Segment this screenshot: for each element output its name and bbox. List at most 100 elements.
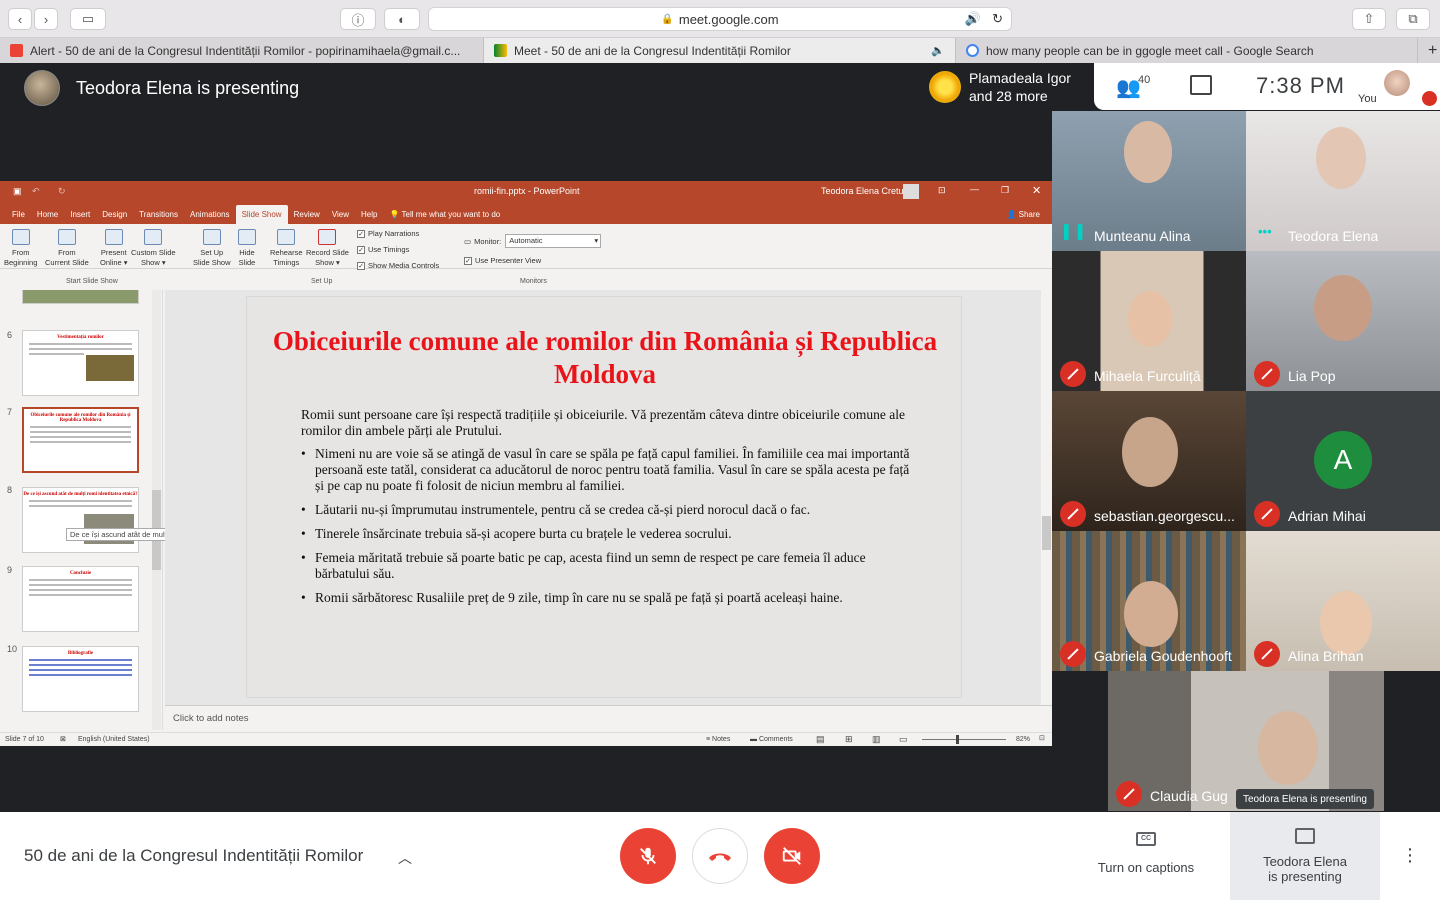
mic-toggle-button[interactable] [620, 828, 676, 884]
zoom-slider[interactable] [922, 739, 1006, 740]
undo-icon[interactable]: ↶ [32, 186, 40, 197]
tab-gmail[interactable]: Alert - 50 de ani de la Congresul Indent… [0, 38, 484, 63]
mic-off-icon [1254, 641, 1280, 667]
ptab-view[interactable]: View [326, 210, 355, 224]
tell-me-search[interactable]: 💡 Tell me what you want to do [383, 210, 506, 224]
sorter-view-icon[interactable]: ⊞ [845, 734, 853, 745]
check-icon: ✓ [357, 245, 365, 254]
ptab-design[interactable]: Design [96, 210, 133, 224]
setup-show-button[interactable]: Set Up Slide Show [193, 229, 231, 268]
user-avatar[interactable] [903, 184, 919, 199]
speaker-icon[interactable]: 🔈 [931, 44, 945, 57]
tab-google-search[interactable]: how many people can be in ggogle meet ca… [956, 38, 1418, 63]
url-text: meet.google.com [678, 11, 779, 27]
participant-tile[interactable]: sebastian.georgescu... [1052, 391, 1246, 531]
tabs-overview-icon[interactable]: ⧉ [1396, 8, 1430, 30]
zoom-level[interactable]: 82% [1016, 736, 1030, 743]
ptab-file[interactable]: File [6, 210, 31, 224]
use-timings-checkbox[interactable]: ✓ Use Timings [357, 245, 409, 254]
save-icon[interactable]: ▣ [13, 186, 22, 197]
thumbnail-5[interactable] [22, 290, 139, 304]
scroll-thumb[interactable] [1042, 516, 1051, 550]
present-online-button[interactable]: Present Online ▾ [100, 229, 128, 268]
custom-show-button[interactable]: Custom Slide Show ▾ [131, 229, 176, 268]
ptab-help[interactable]: Help [355, 210, 383, 224]
ptab-slide-show[interactable]: Slide Show [235, 205, 288, 224]
share-icon[interactable]: ⇧ [1352, 8, 1386, 30]
share-button[interactable]: 👤 Share [1000, 210, 1046, 224]
ptab-review[interactable]: Review [288, 210, 326, 224]
address-bar[interactable]: 🔒 meet.google.com 🔊 ↻ [428, 7, 1012, 31]
video-feed [1314, 275, 1372, 341]
monitor-select[interactable]: Automatic ▾ [505, 234, 602, 248]
restore-icon[interactable]: ❐ [1001, 185, 1009, 196]
thumbnail-6[interactable]: Vestimentația romilor [22, 330, 139, 396]
participant-tile[interactable]: Gabriela Goudenhooft [1052, 531, 1246, 671]
redo-icon[interactable]: ↻ [58, 186, 66, 197]
leave-call-button[interactable] [692, 828, 748, 884]
show-media-checkbox[interactable]: ✓ Show Media Controls [357, 261, 439, 270]
chat-icon[interactable] [1190, 75, 1212, 95]
avatar [929, 71, 961, 103]
participant-tile[interactable]: Alina Brihan [1246, 531, 1440, 671]
thumbnail-9[interactable]: Concluzie [22, 566, 139, 632]
thumbnail-7[interactable]: Obiceiurile comune ale romilor din Român… [22, 407, 139, 473]
participant-tile[interactable]: A Adrian Mihai [1246, 391, 1440, 531]
participant-tile[interactable]: ▌▐ Munteanu Alina [1052, 111, 1246, 251]
slideshow-view-icon[interactable]: ▭ [899, 734, 908, 745]
reading-view-icon[interactable]: ▥ [872, 734, 881, 745]
participant-tile[interactable]: ••• Teodora Elena [1246, 111, 1440, 251]
avatar [24, 70, 60, 106]
slide-scrollbar[interactable] [1041, 290, 1052, 705]
play-narrations-checkbox[interactable]: ✓ Play Narrations [357, 229, 419, 238]
participant-tile[interactable]: Lia Pop [1246, 251, 1440, 391]
from-current-button[interactable]: From Current Slide [45, 229, 89, 268]
participant-name: Alina Brihan [1288, 648, 1364, 664]
thumb-scrollbar[interactable] [152, 290, 161, 730]
ptab-insert[interactable]: Insert [64, 210, 96, 224]
ribbon-display-icon[interactable]: ⊡ [938, 185, 946, 196]
language-indicator[interactable]: English (United States) [78, 736, 150, 743]
normal-view-icon[interactable]: ▤ [816, 734, 825, 745]
minimize-icon[interactable]: — [970, 184, 979, 194]
participant-tile[interactable]: Mihaela Furculiță [1052, 251, 1246, 391]
comments-button[interactable]: ▬ Comments [750, 736, 793, 743]
notes-pane[interactable]: Click to add notes [165, 705, 1052, 732]
meeting-title[interactable]: 50 de ani de la Congresul Indentității R… [24, 846, 363, 866]
rehearse-button[interactable]: Rehearse Timings [270, 229, 303, 268]
setup-icon [202, 229, 221, 245]
sidebar-toggle-icon[interactable]: ▭ [70, 8, 106, 30]
chevron-up-icon[interactable]: ︿ [398, 848, 412, 868]
forward-button[interactable]: › [34, 8, 58, 30]
ptab-animations[interactable]: Animations [184, 210, 236, 224]
captions-button[interactable]: CC Turn on captions [1080, 832, 1212, 875]
presenting-button[interactable]: Teodora Elena is presenting [1230, 812, 1380, 900]
fit-window-icon[interactable]: ⊡ [1039, 734, 1045, 742]
camera-toggle-button[interactable] [764, 828, 820, 884]
btn-label: From [11, 248, 30, 257]
hide-slide-button[interactable]: Hide Slide [238, 229, 256, 268]
ptab-transitions[interactable]: Transitions [133, 210, 184, 224]
thumbnail-10[interactable]: Bibliografie [22, 646, 139, 712]
from-beginning-button[interactable]: From Beginning [4, 229, 37, 268]
tab-meet[interactable]: Meet - 50 de ani de la Congresul Indenti… [484, 38, 956, 63]
shield-icon[interactable]: ◐ [384, 8, 420, 30]
notes-button[interactable]: ≡ Notes [706, 736, 730, 743]
more-options-icon[interactable]: · · · [1405, 839, 1415, 871]
reload-icon[interactable]: ↻ [992, 11, 1003, 27]
current-slide[interactable]: Obiceiurile comune ale romilor din Român… [246, 296, 962, 698]
new-tab-button[interactable]: + [1418, 38, 1440, 63]
close-icon[interactable]: ✕ [1032, 184, 1041, 197]
record-button[interactable]: Record Slide Show ▾ [306, 229, 349, 268]
thumbnail-8[interactable]: De ce își ascund atât de mulți romi iden… [22, 487, 139, 553]
spellcheck-icon[interactable]: ⊠ [60, 735, 66, 743]
password-icon[interactable]: ⓘ [340, 8, 376, 30]
audio-icon[interactable]: 🔊 [965, 11, 981, 27]
back-button[interactable]: ‹ [8, 8, 32, 30]
ptab-home[interactable]: Home [31, 210, 64, 224]
presenter-view-checkbox[interactable]: ✓ Use Presenter View [464, 256, 541, 265]
self-avatar[interactable] [1384, 70, 1410, 96]
record-icon [318, 229, 337, 245]
google-icon [966, 44, 979, 57]
zoom-thumb[interactable] [956, 735, 959, 744]
